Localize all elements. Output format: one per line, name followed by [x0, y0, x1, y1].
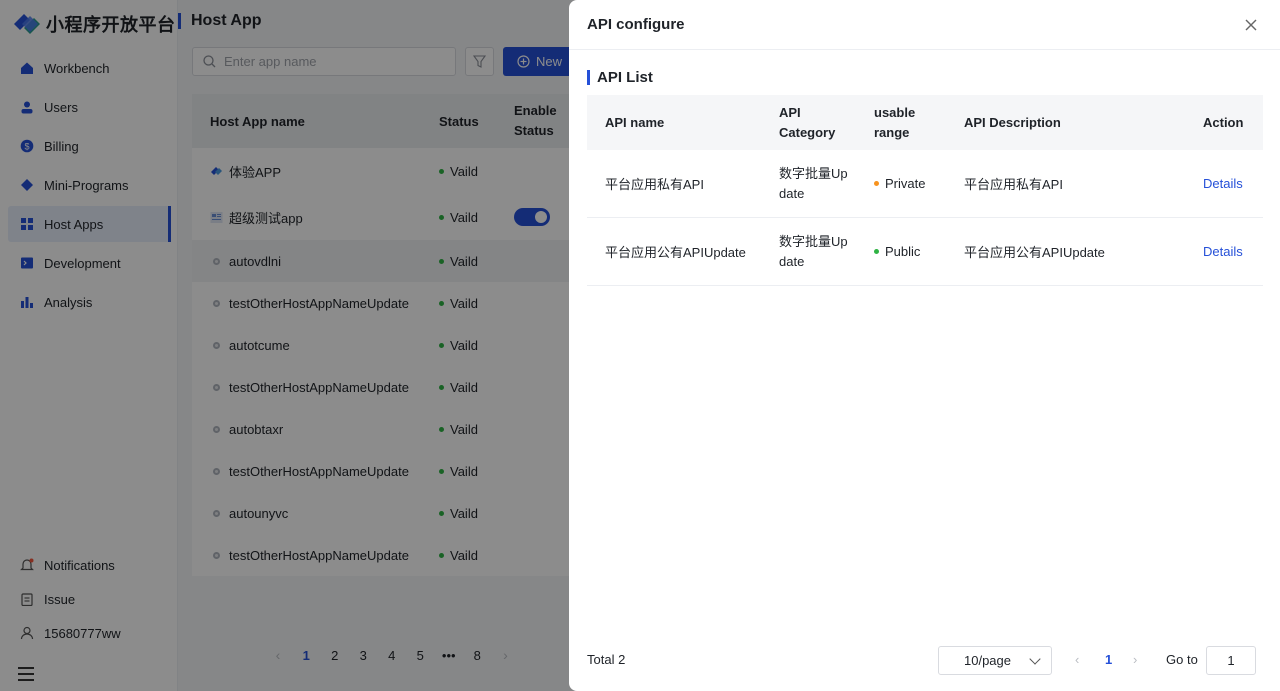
api-description-cell: 平台应用公有APIUpdate — [964, 245, 1105, 260]
drawer-header: API configure — [569, 0, 1280, 50]
api-category-cell: 数字批量Update — [779, 233, 848, 269]
page-size-value: 10/page — [964, 653, 1011, 668]
api-table-body: 平台应用私有API 数字批量Update Private 平台应用私有API Detai… — [587, 150, 1263, 286]
next-page-icon[interactable]: › — [1133, 652, 1137, 667]
api-table-row: 平台应用私有API 数字批量Update Private 平台应用私有API Detai… — [587, 150, 1263, 218]
section-accent-bar — [587, 70, 590, 85]
api-table: API name API Category usable range API D… — [587, 95, 1263, 286]
details-link[interactable]: Details — [1203, 176, 1243, 191]
range-text: Private — [885, 175, 926, 191]
drawer-title: API configure — [587, 16, 685, 33]
range-text: Public — [885, 243, 921, 259]
goto-page-input[interactable] — [1206, 646, 1256, 675]
column-header-api-category: API Category — [779, 104, 836, 140]
details-link[interactable]: Details — [1203, 244, 1243, 259]
api-list-heading: API List — [587, 69, 653, 86]
api-category-cell: 数字批量Update — [779, 165, 848, 201]
app-root: 小程序开放平台 Workbench Users $ Billing Mini-Progr… — [0, 0, 1280, 691]
usable-range-cell: Private — [856, 174, 946, 194]
api-table-row: 平台应用公有APIUpdate 数字批量Update Public 平台应用公有API… — [587, 218, 1263, 286]
close-icon[interactable] — [1244, 18, 1258, 32]
column-header-usable-range: usable range — [874, 104, 916, 140]
goto-label: Go to — [1166, 652, 1198, 667]
api-name-cell: 平台应用私有API — [605, 177, 704, 192]
column-header-api-name: API name — [605, 115, 665, 130]
api-table-header: API name API Category usable range API D… — [587, 95, 1263, 150]
total-count: Total 2 — [587, 652, 626, 667]
current-page[interactable]: 1 — [1105, 652, 1112, 667]
chevron-down-icon — [1029, 653, 1041, 665]
prev-page-icon[interactable]: ‹ — [1075, 652, 1079, 667]
section-title: API List — [597, 69, 653, 86]
usable-range-cell: Public — [856, 242, 946, 262]
api-description-cell: 平台应用私有API — [964, 177, 1063, 192]
range-dot-icon — [874, 181, 879, 186]
column-header-api-description: API Description — [964, 115, 1061, 130]
page-size-select[interactable]: 10/page — [938, 646, 1052, 675]
action-cell: Details — [1185, 176, 1263, 191]
api-configure-drawer: API configure API List API name API Cate… — [569, 0, 1280, 691]
column-header-action: Action — [1203, 115, 1244, 130]
drawer-pagination: Total 2 10/page ‹ 1 › Go to — [569, 640, 1280, 680]
range-dot-icon — [874, 249, 879, 254]
api-name-cell: 平台应用公有APIUpdate — [605, 245, 746, 260]
action-cell: Details — [1185, 244, 1263, 259]
